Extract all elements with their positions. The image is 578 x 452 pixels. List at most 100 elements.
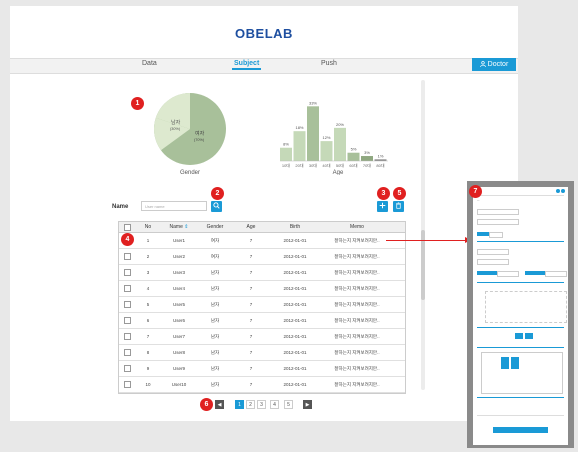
table-row[interactable]: 6 User6 남자 7 2012-01-01 잘하는지 지켜보려지만.. [119,313,405,329]
cell-memo: 잘하는지 지켜보려지만.. [334,302,380,307]
panel-field[interactable] [477,249,509,255]
x-tick-label: 40대 [322,162,330,168]
panel-matrix-cell[interactable] [501,357,509,369]
cell-gender: 여자 [210,238,220,243]
cell-memo: 잘하는지 지켜보려지만.. [334,286,380,291]
gender-pie-chart: 남자 (30%) 여자 (70%) [150,89,230,174]
cell-no: 3 [146,270,150,275]
panel-option[interactable] [525,271,545,275]
col-name-label: Name [169,224,183,230]
badge-3: 3 [377,187,390,200]
row-checkbox[interactable] [124,253,131,260]
cell-gender: 남자 [210,270,220,275]
page-1[interactable]: 1 [235,400,244,409]
user-icon [479,61,486,68]
bar-value-label: 8% [283,142,289,147]
x-tick-label: 10대 [282,162,290,168]
search-label: Name [112,204,129,210]
panel-selected-cell[interactable] [525,333,533,339]
cell-gender: 남자 [210,350,220,355]
cell-no: 5 [146,302,150,307]
table-row[interactable]: 7 User7 남자 7 2012-01-01 잘하는지 지켜보려지만.. [119,329,405,345]
add-subject-button[interactable] [377,201,388,212]
cell-no: 7 [146,334,150,339]
col-memo: Memo [350,224,364,230]
bar-value-label: 18% [295,125,303,130]
row-checkbox[interactable] [124,381,131,388]
panel-option[interactable] [545,271,567,277]
panel-grid[interactable] [485,291,567,323]
page-5[interactable]: 5 [284,400,293,409]
age-bar [361,156,373,161]
tab-push[interactable]: Push [321,60,337,67]
panel-field[interactable] [477,219,519,225]
table-row[interactable]: 8 User8 남자 7 2012-01-01 잘하는지 지켜보려지만.. [119,345,405,361]
panel-field[interactable] [477,259,509,265]
cell-birth: 2012-01-01 [283,270,307,275]
table-row[interactable]: 3 User3 남자 7 2012-01-01 잘하는지 지켜보려지만.. [119,265,405,281]
cell-name: User1 [172,238,185,243]
panel-matrix[interactable] [481,352,563,394]
badge-4: 4 [121,233,134,246]
row-checkbox[interactable] [124,349,131,356]
age-bar [320,141,333,161]
delete-subject-button[interactable] [393,201,404,212]
select-all-checkbox[interactable] [124,224,131,231]
page-2[interactable]: 2 [246,400,255,409]
panel-delete-icon[interactable] [561,189,565,193]
row-checkbox[interactable] [124,365,131,372]
table-row[interactable]: 9 User9 남자 7 2012-01-01 잘하는지 지켜보려지만.. [119,361,405,377]
cell-name: User7 [172,334,185,339]
row-checkbox[interactable] [124,285,131,292]
cell-age: 7 [249,318,253,323]
page-4[interactable]: 4 [270,400,279,409]
panel-selected-cell[interactable] [515,333,523,339]
row-checkbox[interactable] [124,317,131,324]
cell-age: 7 [249,270,253,275]
table-row[interactable]: 4 User4 남자 7 2012-01-01 잘하는지 지켜보려지만.. [119,281,405,297]
row-checkbox[interactable] [124,301,131,308]
x-tick-label: 60대 [349,162,357,168]
row-checkbox[interactable] [124,333,131,340]
cell-gender: 남자 [210,382,220,387]
cell-memo: 잘하는지 지켜보려지만.. [334,382,380,387]
bar-value-label: 33% [309,100,317,105]
table-row[interactable]: 10 User10 남자 7 2012-01-01 잘하는지 지켜보려지만.. [119,377,405,393]
panel-field[interactable] [477,209,519,215]
panel-add-icon[interactable] [556,189,560,193]
panel-toggle[interactable] [489,232,503,238]
bar-value-label: 5% [351,147,357,152]
x-tick-label: 50대 [336,162,344,168]
table-row[interactable]: 1 User1 여자 7 2012-01-01 잘하는지 지켜보려지만.. [119,233,405,249]
panel-option[interactable] [497,271,519,277]
cell-age: 7 [249,382,253,387]
table-row[interactable]: 5 User5 남자 7 2012-01-01 잘하는지 지켜보려지만.. [119,297,405,313]
panel-option[interactable] [477,271,497,275]
col-name[interactable]: Name ⇕ [165,222,193,232]
tab-subject[interactable]: Subject [231,60,262,70]
badge-1: 1 [131,97,144,110]
page-3[interactable]: 3 [257,400,266,409]
col-gender: Gender [206,224,224,230]
table-row[interactable]: 2 User2 여자 7 2012-01-01 잘하는지 지켜보려지만.. [119,249,405,265]
tab-data[interactable]: Data [142,60,157,67]
col-birth: Birth [289,224,301,230]
panel-matrix-cell[interactable] [511,357,519,369]
next-page-button[interactable]: ▶ [303,400,312,409]
panel-toggle[interactable] [477,232,489,236]
panel-section-line [477,347,564,348]
row-checkbox[interactable] [124,269,131,276]
search-input[interactable]: User name [141,201,207,211]
pie-pct-female: (70%) [194,138,205,142]
cell-memo: 잘하는지 지켜보려지만.. [334,254,380,259]
cell-memo: 잘하는지 지켜보려지만.. [334,366,380,371]
search-button[interactable] [211,201,222,212]
panel-save-button[interactable] [493,427,548,433]
cell-name: User9 [172,366,185,371]
cell-age: 7 [249,286,253,291]
badge-7: 7 [469,185,482,198]
prev-page-button[interactable]: ◀ [215,400,224,409]
doctor-button[interactable]: Doctor [472,58,516,71]
cell-name: User4 [172,286,185,291]
scrollbar[interactable] [421,80,425,390]
